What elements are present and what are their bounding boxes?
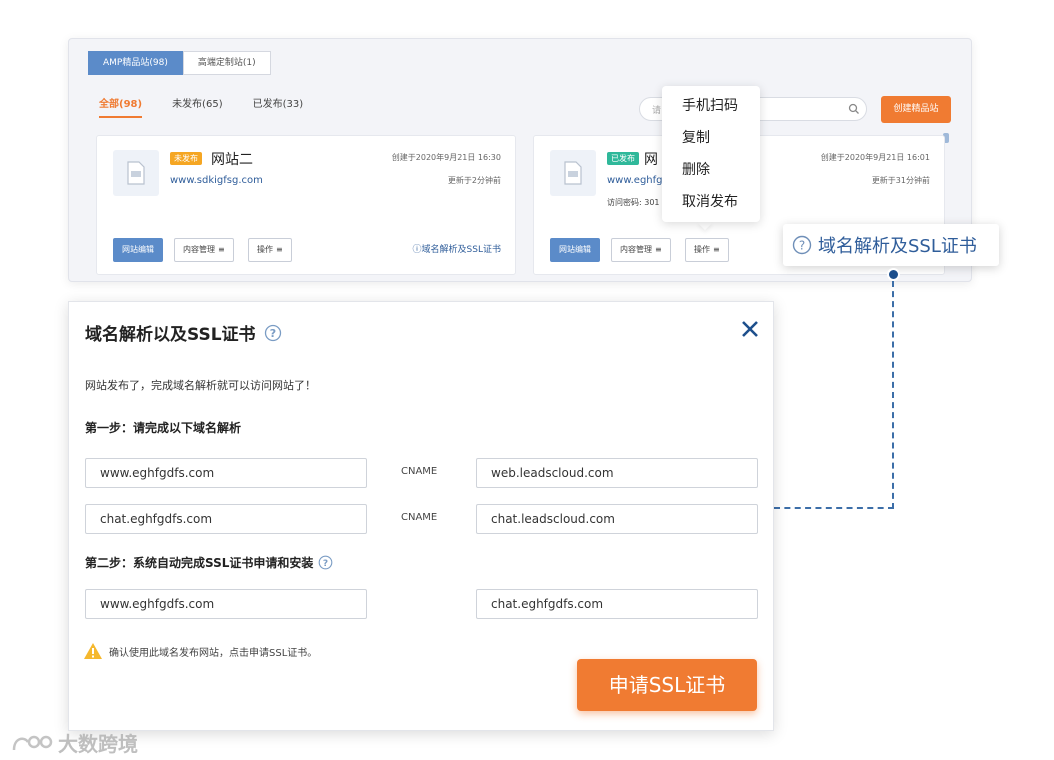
site-name: 网站二 — [211, 152, 253, 168]
watermark-text: 大数跨境 — [58, 732, 138, 756]
menu-lines-icon: ≡ — [655, 245, 662, 254]
filter-unpublished[interactable]: 未发布(65) — [172, 95, 223, 118]
domain-field[interactable]: chat.eghfgdfs.com — [85, 504, 367, 534]
warning-notice: 确认使用此域名发布网站，点击申请SSL证书。 — [83, 642, 317, 660]
file-icon — [564, 161, 582, 185]
domain-ssl-dialog: 域名解析以及SSL证书 ? 网站发布了，完成域名解析就可以访问网站了！ 第一步：… — [68, 301, 774, 731]
content-manage-button[interactable]: 内容管理 ≡ — [174, 238, 234, 262]
dialog-title: 域名解析以及SSL证书 ? — [85, 320, 282, 345]
filter-all[interactable]: 全部(98) — [99, 95, 143, 118]
create-site-button[interactable]: 创建精品站 — [881, 96, 951, 123]
menu-item-scan-qr[interactable]: 手机扫码 — [662, 92, 760, 124]
created-time: 创建于2020年9月21日 16:30 — [391, 153, 501, 162]
site-edit-button[interactable]: 网站编辑 — [550, 238, 600, 262]
site-thumbnail — [113, 150, 159, 196]
cname-target-field[interactable]: chat.leadscloud.com — [476, 504, 758, 534]
warning-text: 确认使用此域名发布网站，点击申请SSL证书。 — [109, 647, 318, 659]
step-two-heading: 第二步：系统自动完成SSL证书申请和安装 ? — [85, 554, 333, 571]
search-icon[interactable] — [848, 103, 860, 115]
operations-button[interactable]: 操作 ≡ — [685, 238, 729, 262]
menu-lines-icon: ≡ — [276, 245, 283, 254]
help-circle-icon[interactable]: ? — [318, 555, 333, 570]
status-badge: 未发布 — [170, 152, 202, 165]
domain-ssl-link[interactable]: ⓘ域名解析及SSL证书 — [413, 242, 501, 255]
content-manage-button[interactable]: 内容管理 ≡ — [611, 238, 671, 262]
warning-icon — [84, 643, 102, 659]
operations-dropdown: 手机扫码 复制 删除 取消发布 — [662, 86, 760, 222]
help-circle-icon: ⓘ — [412, 245, 422, 255]
menu-item-unpublish[interactable]: 取消发布 — [662, 188, 760, 220]
callout-label: 域名解析及SSL证书 — [818, 236, 977, 257]
operations-label: 操作 — [694, 245, 710, 254]
updated-time: 更新于2分钟前 — [447, 176, 501, 185]
menu-item-copy[interactable]: 复制 — [662, 124, 760, 156]
site-thumbnail — [550, 150, 596, 196]
dialog-title-text: 域名解析以及SSL证书 — [85, 325, 256, 345]
svg-text:?: ? — [323, 559, 328, 569]
record-type: CNAME — [401, 466, 438, 477]
apply-ssl-button[interactable]: 申请SSL证书 — [577, 659, 757, 711]
domain-ssl-callout[interactable]: ? 域名解析及SSL证书 — [783, 224, 999, 266]
record-type: CNAME — [401, 512, 438, 523]
status-filter-tabs: 全部(98) 未发布(65) 已发布(33) — [99, 95, 303, 118]
site-edit-label: 网站编辑 — [559, 245, 591, 254]
dialog-intro: 网站发布了，完成域名解析就可以访问网站了！ — [85, 379, 316, 392]
tab-custom-sites[interactable]: 高端定制站(1) — [182, 51, 271, 75]
file-icon — [127, 161, 145, 185]
help-circle-icon[interactable]: ? — [264, 324, 282, 342]
connector-line — [774, 507, 894, 509]
svg-text:?: ? — [799, 239, 805, 253]
site-edit-label: 网站编辑 — [122, 245, 154, 254]
menu-lines-icon: ≡ — [713, 245, 720, 254]
watermark-logo — [12, 735, 53, 750]
step-one-heading: 第一步：请完成以下域名解析 — [85, 421, 242, 435]
ssl-domain-field[interactable]: chat.eghfgdfs.com — [476, 589, 758, 619]
cname-target-field[interactable]: web.leadscloud.com — [476, 458, 758, 488]
search-placeholder: 请 — [652, 106, 662, 116]
content-manage-label: 内容管理 — [620, 245, 652, 254]
domain-field[interactable]: www.eghfgdfs.com — [85, 458, 367, 488]
ssl-domain-field[interactable]: www.eghfgdfs.com — [85, 589, 367, 619]
watermark: 大数跨境 — [10, 728, 138, 757]
menu-lines-icon: ≡ — [218, 245, 225, 254]
connector-line — [892, 281, 894, 509]
site-edit-button[interactable]: 网站编辑 — [113, 238, 163, 262]
menu-item-delete[interactable]: 删除 — [662, 156, 760, 188]
svg-text:?: ? — [269, 327, 275, 340]
content-manage-label: 内容管理 — [183, 245, 215, 254]
site-url[interactable]: www.eghfg — [607, 175, 663, 186]
domain-ssl-link-label: 域名解析及SSL证书 — [421, 245, 501, 255]
filter-published[interactable]: 已发布(33) — [253, 95, 304, 118]
operations-button[interactable]: 操作 ≡ — [248, 238, 292, 262]
created-time: 创建于2020年9月21日 16:01 — [820, 153, 930, 162]
site-name: 网 — [644, 152, 658, 168]
tab-amp-sites[interactable]: AMP精品站(98) — [88, 51, 183, 75]
close-icon[interactable] — [741, 320, 759, 338]
connector-dot — [887, 268, 900, 281]
step-two-text: 第二步：系统自动完成SSL证书申请和安装 — [85, 556, 314, 570]
status-badge: 已发布 — [607, 152, 639, 165]
help-circle-icon: ? — [792, 235, 812, 255]
updated-time: 更新于31分钟前 — [871, 176, 930, 185]
site-url[interactable]: www.sdkigfsg.com — [170, 175, 263, 186]
site-card: 未发布 网站二 www.sdkigfsg.com 创建于2020年9月21日 1… — [96, 135, 516, 275]
site-type-tabs: AMP精品站(98) 高端定制站(1) — [88, 51, 271, 75]
operations-label: 操作 — [257, 245, 273, 254]
visit-password: 访问密码: 301 — [607, 198, 660, 207]
